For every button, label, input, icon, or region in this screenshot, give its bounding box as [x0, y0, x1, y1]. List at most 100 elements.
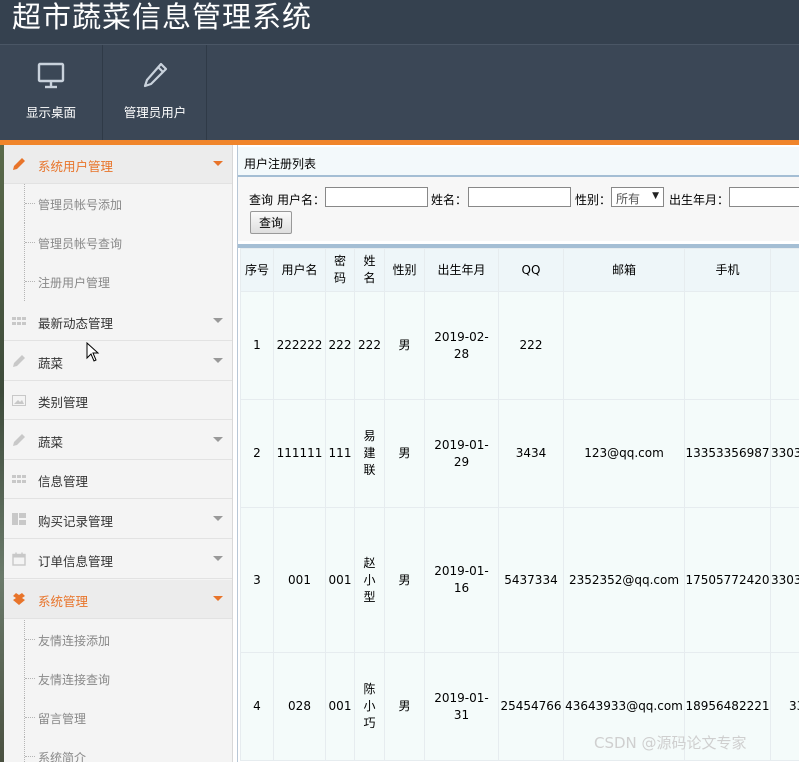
watermark: CSDN @源码论文专家: [594, 734, 747, 752]
cell-qq: 5437334: [498, 507, 564, 653]
sidebar-item-about[interactable]: 系统简介: [4, 737, 232, 762]
sidebar-item-link-add[interactable]: 友情连接添加: [4, 620, 232, 659]
username-input[interactable]: [325, 187, 428, 207]
sidebar-item-purchase[interactable]: 购买记录管理: [4, 500, 232, 539]
tree-line: [24, 262, 35, 301]
toolbar: 显示桌面 管理员用户: [0, 44, 799, 141]
tree-line: [24, 620, 35, 659]
box-icon: [13, 593, 25, 605]
sidebar-item-label: 友情连接查询: [38, 673, 111, 687]
header-username: 用户名: [273, 248, 326, 292]
gender-select[interactable]: 所有 ▼: [611, 187, 664, 207]
chevron-down-icon: [213, 318, 223, 323]
sidebar-item-news[interactable]: 最新动态管理: [4, 302, 232, 341]
header-name: 姓名: [354, 248, 385, 292]
grid-icon: [12, 475, 26, 483]
name-label: 姓名：: [431, 193, 468, 207]
sidebar-item-admin-query[interactable]: 管理员帐号查询: [4, 223, 232, 262]
cell-username: 001: [273, 507, 326, 653]
pencil-icon: [143, 62, 168, 88]
chevron-down-icon: [213, 358, 223, 363]
admin-user-button[interactable]: 管理员用户: [104, 45, 207, 141]
cell-name: 222: [354, 291, 385, 400]
pencil-icon: [13, 434, 25, 446]
sidebar-item-messages[interactable]: 留言管理: [4, 698, 232, 737]
tree-line: [24, 223, 35, 262]
table-header-row: 序号 用户名 密码 姓名 性别 出生年月 QQ 邮箱 手机: [240, 248, 799, 292]
sidebar-item-system-manage[interactable]: 系统管理: [4, 580, 232, 619]
sidebar-item-link-query[interactable]: 友情连接查询: [4, 659, 232, 698]
admin-user-label: 管理员用户: [123, 105, 187, 120]
header-phone: 手机: [684, 248, 771, 292]
chevron-down-icon: [213, 161, 223, 166]
search-form: 查询 用户名： 姓名： 性别： 所有 ▼ 出生年月： 查询: [238, 177, 799, 241]
monitor-icon: [37, 62, 65, 89]
sidebar-item-vegetable-2[interactable]: 蔬菜: [4, 421, 232, 460]
sidebar-item-label: 类别管理: [38, 395, 89, 410]
table-row: 3 001 001 赵小型 男 2019-01-16 5437334 23523…: [240, 507, 799, 653]
show-desktop-label: 显示桌面: [25, 105, 76, 120]
tree-line: [24, 698, 35, 737]
sidebar-item-label: 管理员帐号查询: [38, 237, 123, 251]
sidebar-item-category[interactable]: 类别管理: [4, 381, 232, 420]
cell-birth: 2019-01-29: [424, 399, 499, 508]
sidebar-item-vegetable-1[interactable]: 蔬菜: [4, 342, 232, 381]
calendar-icon: [12, 552, 26, 566]
cell-extra: 3303: [770, 399, 799, 508]
panel-title: 用户注册列表: [244, 157, 317, 171]
show-desktop-button[interactable]: 显示桌面: [0, 45, 103, 141]
name-input[interactable]: [468, 187, 571, 207]
cell-gender: 男: [384, 507, 425, 653]
cell-username: 028: [273, 652, 326, 761]
username-label: 用户名：: [277, 193, 326, 207]
cell-index: 4: [240, 652, 274, 761]
cell-qq: 222: [498, 291, 564, 400]
chevron-down-icon: [213, 556, 223, 561]
sidebar-item-info[interactable]: 信息管理: [4, 460, 232, 499]
panel-header: 用户注册列表: [238, 147, 799, 177]
cell-extra: 3303: [770, 507, 799, 653]
cell-index: 3: [240, 507, 274, 653]
gender-label: 性别：: [575, 193, 612, 207]
cell-birth: 2019-02-28: [424, 291, 499, 400]
app-title: 超市蔬菜信息管理系统: [12, 0, 313, 34]
cell-gender: 男: [384, 652, 425, 761]
tree-line: [24, 184, 35, 223]
sidebar-item-label: 蔬菜: [38, 435, 64, 450]
cell-qq: 25454766: [498, 652, 564, 761]
cell-gender: 男: [384, 399, 425, 508]
tree-line: [24, 659, 35, 698]
cell-phone: 13353356987: [684, 399, 771, 508]
cell-extra: [770, 291, 799, 400]
cell-email: [563, 291, 685, 400]
user-table: 序号 用户名 密码 姓名 性别 出生年月 QQ 邮箱 手机 1 222222 2…: [240, 248, 799, 761]
cell-name: 赵小型: [354, 507, 385, 653]
header-email: 邮箱: [563, 248, 685, 292]
chevron-down-icon: [213, 596, 223, 601]
app-window: 超市蔬菜信息管理系统 显示桌面 管理员用户 系统用户管理 管理员帐号添加 管理员…: [0, 0, 799, 762]
header-extra: [770, 248, 799, 292]
birth-label: 出生年月：: [669, 193, 730, 207]
chevron-down-icon: [213, 516, 223, 521]
search-button[interactable]: 查询: [250, 211, 292, 234]
cell-password: 001: [325, 652, 355, 761]
header-index: 序号: [240, 248, 274, 292]
sidebar-item-system-users[interactable]: 系统用户管理: [4, 145, 232, 184]
sidebar-item-admin-add[interactable]: 管理员帐号添加: [4, 184, 232, 223]
header-qq: QQ: [498, 248, 564, 292]
chevron-down-icon: [213, 437, 223, 442]
main-content: 用户注册列表 查询 用户名： 姓名： 性别： 所有 ▼ 出生年月： 查询 序号 …: [237, 145, 799, 762]
cell-phone: [684, 291, 771, 400]
cell-email: 123@qq.com: [563, 399, 685, 508]
table-row: 2 111111 111 易建联 男 2019-01-29 3434 123@q…: [240, 399, 799, 508]
sidebar-item-orders[interactable]: 订单信息管理: [4, 540, 232, 579]
sidebar-item-label: 系统用户管理: [38, 159, 114, 174]
sidebar-item-label: 留言管理: [38, 712, 87, 726]
sidebar-item-label: 信息管理: [38, 474, 89, 489]
mouse-cursor-icon: [86, 342, 100, 362]
sidebar-item-label: 订单信息管理: [38, 554, 114, 569]
cell-password: 111: [325, 399, 355, 508]
birth-input[interactable]: [729, 187, 799, 207]
sidebar-item-registered-users[interactable]: 注册用户管理: [4, 262, 232, 301]
cell-phone: 17505772420: [684, 507, 771, 653]
